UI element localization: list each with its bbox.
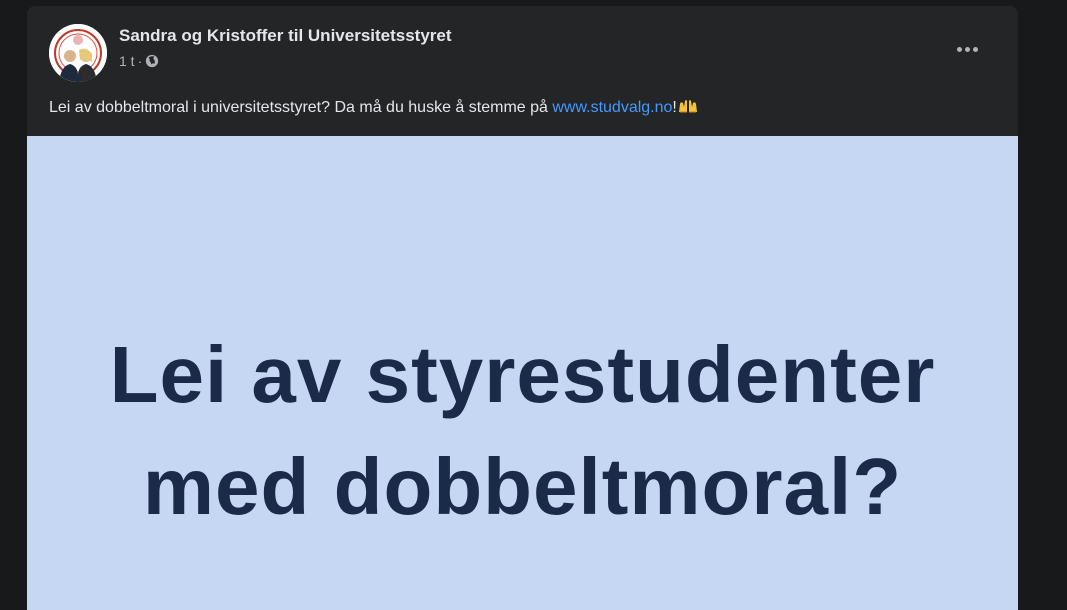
studvalg-link[interactable]: www.studvalg.no xyxy=(552,99,672,116)
post-text-prefix: Lei av dobbeltmoral i universitetsstyret… xyxy=(49,99,553,116)
author-name[interactable]: Sandra og Kristoffer til Universitetssty… xyxy=(119,26,452,46)
post-card: Sandra og Kristoffer til Universitetssty… xyxy=(27,6,1018,610)
author-avatar[interactable] xyxy=(49,24,107,82)
post-timestamp[interactable]: 1 t xyxy=(119,53,135,69)
raising-hands-emoji-icon xyxy=(677,98,699,114)
post-meta: 1 t · xyxy=(119,52,159,70)
post-body-text: Lei av dobbeltmoral i universitetsstyret… xyxy=(49,98,999,117)
globe-icon xyxy=(145,54,159,68)
post-image[interactable]: Lei av styrestudenter med dobbeltmoral? xyxy=(27,136,1018,610)
more-options-icon xyxy=(956,46,978,52)
avatar-image xyxy=(49,24,107,82)
image-headline: Lei av styrestudenter med dobbeltmoral? xyxy=(27,319,1018,543)
image-headline-line-1: Lei av styrestudenter xyxy=(109,330,936,419)
meta-separator: · xyxy=(137,53,143,69)
more-options-button[interactable] xyxy=(949,31,985,67)
post-header: Sandra og Kristoffer til Universitetssty… xyxy=(27,6,1018,94)
feed-page: Sandra og Kristoffer til Universitetssty… xyxy=(0,0,1067,610)
image-headline-line-2: med dobbeltmoral? xyxy=(142,442,903,531)
